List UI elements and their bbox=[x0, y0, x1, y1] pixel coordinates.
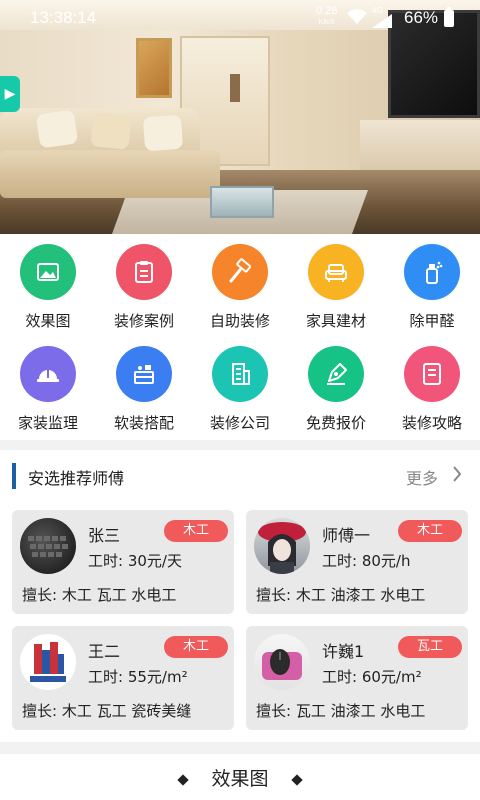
trade-badge: 木工 bbox=[164, 636, 228, 658]
worker-wage: 工时: 80元/h bbox=[322, 552, 411, 570]
battery-percent: 66% bbox=[404, 8, 439, 27]
trade-badge: 木工 bbox=[164, 520, 228, 542]
section-title: 安选推荐师傅 bbox=[28, 469, 125, 488]
play-arrow-icon: ▶ bbox=[4, 86, 16, 102]
category-label: 家具建材 bbox=[305, 312, 366, 330]
category-label: 装修攻略 bbox=[401, 414, 462, 432]
category-formaldehyde[interactable]: 除甲醛 bbox=[384, 244, 480, 331]
worker-name: 许巍1 bbox=[322, 642, 365, 661]
image-icon bbox=[20, 244, 76, 300]
furniture-icon bbox=[116, 346, 172, 402]
wifi-icon bbox=[346, 9, 368, 30]
worker-name: 王二 bbox=[88, 642, 121, 661]
book-icon bbox=[404, 346, 460, 402]
building-icon bbox=[212, 346, 268, 402]
worker-card[interactable]: 王二 木工 工时: 55元/m² 擅长: 木工 瓦工 瓷砖美缝 bbox=[12, 626, 234, 730]
worker-name: 师傅一 bbox=[322, 526, 371, 545]
avatar bbox=[20, 634, 76, 690]
category-effect-images[interactable]: 效果图 bbox=[0, 244, 96, 331]
worker-name: 张三 bbox=[88, 526, 121, 545]
effect-images-section-title: 效果图 bbox=[0, 764, 480, 791]
category-label: 免费报价 bbox=[305, 414, 366, 432]
worker-card[interactable]: 许巍1 瓦工 工时: 60元/m² 擅长: 瓦工 油漆工 水电工 bbox=[246, 626, 468, 730]
section-heading: 效果图 bbox=[211, 768, 269, 790]
battery-icon bbox=[444, 7, 454, 27]
worker-wage: 工时: 30元/天 bbox=[88, 552, 182, 570]
pen-icon bbox=[308, 346, 364, 402]
worker-wage: 工时: 55元/m² bbox=[88, 668, 188, 686]
category-self-renovation[interactable]: 自助装修 bbox=[192, 244, 288, 331]
diamond-icon bbox=[290, 773, 303, 786]
spray-icon bbox=[404, 244, 460, 300]
sofa-icon bbox=[308, 244, 364, 300]
trade-badge: 木工 bbox=[398, 520, 462, 542]
category-cases[interactable]: 装修案例 bbox=[96, 244, 192, 331]
clipboard-icon bbox=[116, 244, 172, 300]
section-divider bbox=[0, 440, 480, 450]
category-grid: 效果图 装修案例 自助装修 家具建材 除甲醛 家装监理 软装搭配 装修公司 免费… bbox=[0, 234, 480, 440]
category-free-quote[interactable]: 免费报价 bbox=[288, 346, 384, 433]
avatar bbox=[254, 634, 310, 690]
category-label: 装修公司 bbox=[209, 414, 270, 432]
category-label: 家装监理 bbox=[17, 414, 78, 432]
category-label: 装修案例 bbox=[113, 312, 174, 330]
section-divider bbox=[0, 742, 480, 754]
section-accent-bar bbox=[12, 463, 16, 489]
category-label: 软装搭配 bbox=[113, 414, 174, 432]
side-expand-tab[interactable]: ▶ bbox=[0, 76, 20, 112]
hammer-icon bbox=[212, 244, 268, 300]
more-link[interactable]: 更多 bbox=[406, 465, 438, 489]
category-supervision[interactable]: 家装监理 bbox=[0, 346, 96, 433]
app-screen: 13:38:14 0.28 KB/S 4G 66% ▶ 效果图 装修案例 自助装… bbox=[0, 0, 480, 800]
status-time: 13:38:14 bbox=[30, 8, 97, 27]
category-label: 除甲醛 bbox=[409, 312, 455, 330]
category-companies[interactable]: 装修公司 bbox=[192, 346, 288, 433]
net-speed: 0.28 KB/S bbox=[316, 5, 338, 27]
category-furniture[interactable]: 家具建材 bbox=[288, 244, 384, 331]
worker-card[interactable]: 张三 木工 工时: 30元/天 擅长: 木工 瓦工 水电工 bbox=[12, 510, 234, 614]
trade-badge: 瓦工 bbox=[398, 636, 462, 658]
category-guides[interactable]: 装修攻略 bbox=[384, 346, 480, 433]
category-label: 效果图 bbox=[25, 312, 71, 330]
signal-icon bbox=[372, 14, 392, 33]
helmet-icon bbox=[20, 346, 76, 402]
worker-skills: 擅长: 瓦工 油漆工 水电工 bbox=[256, 702, 426, 720]
recommended-workers-header: 安选推荐师傅 更多 bbox=[0, 450, 480, 502]
avatar bbox=[254, 518, 310, 574]
worker-skills: 擅长: 木工 瓦工 水电工 bbox=[22, 586, 177, 604]
worker-skills: 擅长: 木工 瓦工 瓷砖美缝 bbox=[22, 702, 192, 720]
worker-skills: 擅长: 木工 油漆工 水电工 bbox=[256, 586, 426, 604]
diamond-icon bbox=[177, 773, 190, 786]
category-label: 自助装修 bbox=[209, 312, 270, 330]
avatar bbox=[20, 518, 76, 574]
status-bar: 13:38:14 0.28 KB/S 4G 66% bbox=[0, 0, 480, 36]
worker-card[interactable]: 师傅一 木工 工时: 80元/h 擅长: 木工 油漆工 水电工 bbox=[246, 510, 468, 614]
worker-wage: 工时: 60元/m² bbox=[322, 668, 422, 686]
category-soft-decoration[interactable]: 软装搭配 bbox=[96, 346, 192, 433]
chevron-right-icon[interactable] bbox=[452, 465, 462, 487]
